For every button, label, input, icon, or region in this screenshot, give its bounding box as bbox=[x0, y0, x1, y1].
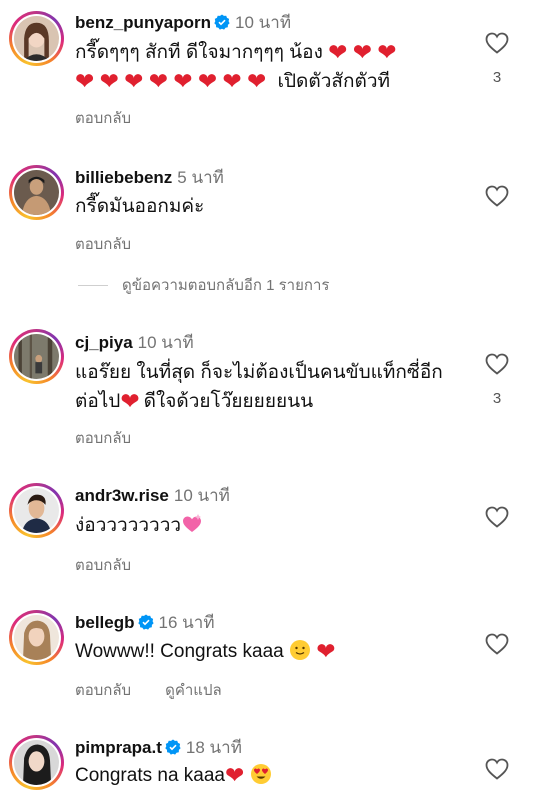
comment-text-line: Wowww!! Congrats kaaa bbox=[75, 641, 284, 662]
comment-text-line: ง่อวววววววว bbox=[75, 515, 182, 536]
timestamp: 16 นาที bbox=[158, 613, 215, 632]
heart-emoji-icon: ❤ bbox=[316, 638, 336, 664]
heart-emoji-icon: ❤ bbox=[377, 39, 397, 65]
heart-emoji-icon: ❤ bbox=[148, 68, 168, 94]
comment-text-line: Congrats na kaaa bbox=[75, 765, 225, 786]
username[interactable]: bellegb bbox=[75, 613, 135, 632]
heart-emoji-icon: ❤ bbox=[246, 68, 267, 94]
comments-list: benz_punyaporn 10 นาที กรี๊ดๆๆๆ สักที ดีใ… bbox=[0, 0, 537, 800]
heart-emoji-icon: ❤ bbox=[124, 68, 144, 94]
heart-outline-icon bbox=[485, 758, 509, 780]
heart-emoji-icon: ❤ bbox=[173, 68, 193, 94]
reply-button[interactable]: ตอบกลับ bbox=[75, 557, 131, 574]
like-button[interactable] bbox=[485, 633, 509, 655]
like-button[interactable] bbox=[485, 758, 509, 780]
like-count: 3 bbox=[492, 69, 502, 86]
comment-text: กรี๊ดๆๆๆ สักที ดีใจมากๆๆๆ น้อง ❤ ❤ ❤ ❤ ❤… bbox=[75, 38, 455, 96]
verified-badge-icon bbox=[165, 739, 181, 755]
username[interactable]: cj_piya bbox=[75, 333, 133, 352]
heart-emoji-icon: ❤ bbox=[120, 388, 140, 414]
avatar[interactable] bbox=[9, 735, 64, 790]
comment-text: กรี๊ดมันออกมค่ะ bbox=[75, 196, 205, 217]
comment-text: Wowww!! Congrats kaaa ❤ bbox=[75, 637, 435, 666]
username[interactable]: billiebebenz bbox=[75, 168, 172, 187]
avatar[interactable] bbox=[9, 329, 64, 384]
timestamp: 10 นาที bbox=[137, 333, 194, 352]
divider-line bbox=[78, 284, 108, 286]
view-more-replies-button[interactable]: ดูข้อความตอบกลับอีก 1 รายการ bbox=[78, 275, 329, 295]
view-replies-label: ดูข้อความตอบกลับอีก 1 รายการ bbox=[122, 277, 330, 294]
timestamp: 10 นาที bbox=[235, 13, 292, 32]
avatar[interactable] bbox=[9, 610, 64, 665]
timestamp: 10 นาที bbox=[173, 486, 230, 505]
timestamp: 18 นาที bbox=[185, 738, 242, 757]
verified-badge-icon bbox=[214, 14, 230, 30]
like-count: 3 bbox=[492, 390, 502, 407]
heart-emoji-icon: ❤ bbox=[352, 39, 372, 65]
heart-eyes-emoji-icon bbox=[250, 764, 271, 784]
username[interactable]: benz_punyaporn bbox=[75, 13, 211, 32]
heart-emoji-icon: ❤ bbox=[225, 762, 245, 788]
heart-outline-icon bbox=[485, 185, 509, 207]
like-button[interactable] bbox=[485, 32, 509, 54]
heart-emoji-icon: ❤ bbox=[328, 39, 348, 65]
heart-outline-icon bbox=[485, 32, 509, 54]
timestamp: 5 นาที bbox=[177, 168, 224, 187]
comment-text: แอร๊ยย ในที่สุด ก็จะไม่ต้องเป็นคนขับแท็ก… bbox=[75, 358, 465, 416]
username[interactable]: pimprapa.t bbox=[75, 738, 162, 757]
comment-text-line: แอร๊ยย ในที่สุด ก็จะไม่ต้องเป็นคนขับแท็ก… bbox=[75, 362, 443, 383]
reply-button[interactable]: ตอบกลับ bbox=[75, 236, 131, 253]
like-button[interactable] bbox=[485, 353, 509, 375]
comment-item: andr3w.rise 10 นาที ง่อวววววววว ตอบกลับ bbox=[0, 480, 537, 595]
comment-item: benz_punyaporn 10 นาที กรี๊ดๆๆๆ สักที ดีใ… bbox=[0, 0, 537, 160]
comment-text: ง่อวววววววว bbox=[75, 511, 435, 540]
heart-emoji-icon: ❤ bbox=[222, 68, 242, 94]
comment-text: Congrats na kaaa❤ bbox=[75, 761, 435, 790]
sparkling-heart-emoji-icon bbox=[183, 514, 202, 532]
comment-text-line: เปิดตัวสักตัวที bbox=[277, 71, 391, 92]
heart-outline-icon bbox=[485, 506, 509, 528]
comment-item: pimprapa.t 18 นาที Congrats na kaaa❤ bbox=[0, 730, 537, 800]
heart-outline-icon bbox=[485, 633, 509, 655]
heart-outline-icon bbox=[485, 353, 509, 375]
avatar[interactable] bbox=[9, 11, 64, 66]
like-button[interactable] bbox=[485, 506, 509, 528]
avatar[interactable] bbox=[9, 483, 64, 538]
username[interactable]: andr3w.rise bbox=[75, 486, 169, 505]
reply-button[interactable]: ตอบกลับ bbox=[75, 110, 131, 127]
heart-emoji-icon: ❤ bbox=[197, 68, 218, 94]
heart-emoji-icon: ❤ bbox=[75, 68, 95, 94]
comment-item: bellegb 16 นาที Wowww!! Congrats kaaa ❤ ต… bbox=[0, 605, 537, 715]
slightly-smiling-face-emoji-icon bbox=[290, 640, 311, 660]
comment-item: cj_piya 10 นาที แอร๊ยย ในที่สุด ก็จะไม่ต้… bbox=[0, 325, 537, 475]
heart-emoji-icon: ❤ bbox=[99, 68, 119, 94]
reply-button[interactable]: ตอบกลับ bbox=[75, 430, 131, 447]
reply-button[interactable]: ตอบกลับ bbox=[75, 682, 131, 699]
comment-text-line: ต่อไป bbox=[75, 391, 121, 412]
verified-badge-icon bbox=[137, 614, 154, 630]
see-translation-button[interactable]: ดูคำแปล bbox=[165, 682, 222, 699]
comment-text-line: กรี๊ดๆๆๆ สักที ดีใจมากๆๆๆ น้อง bbox=[75, 42, 323, 63]
comment-text-line: ดีใจด้วยโว๊ยยยยยนน bbox=[143, 391, 314, 412]
avatar[interactable] bbox=[9, 165, 64, 220]
like-button[interactable] bbox=[485, 185, 509, 207]
